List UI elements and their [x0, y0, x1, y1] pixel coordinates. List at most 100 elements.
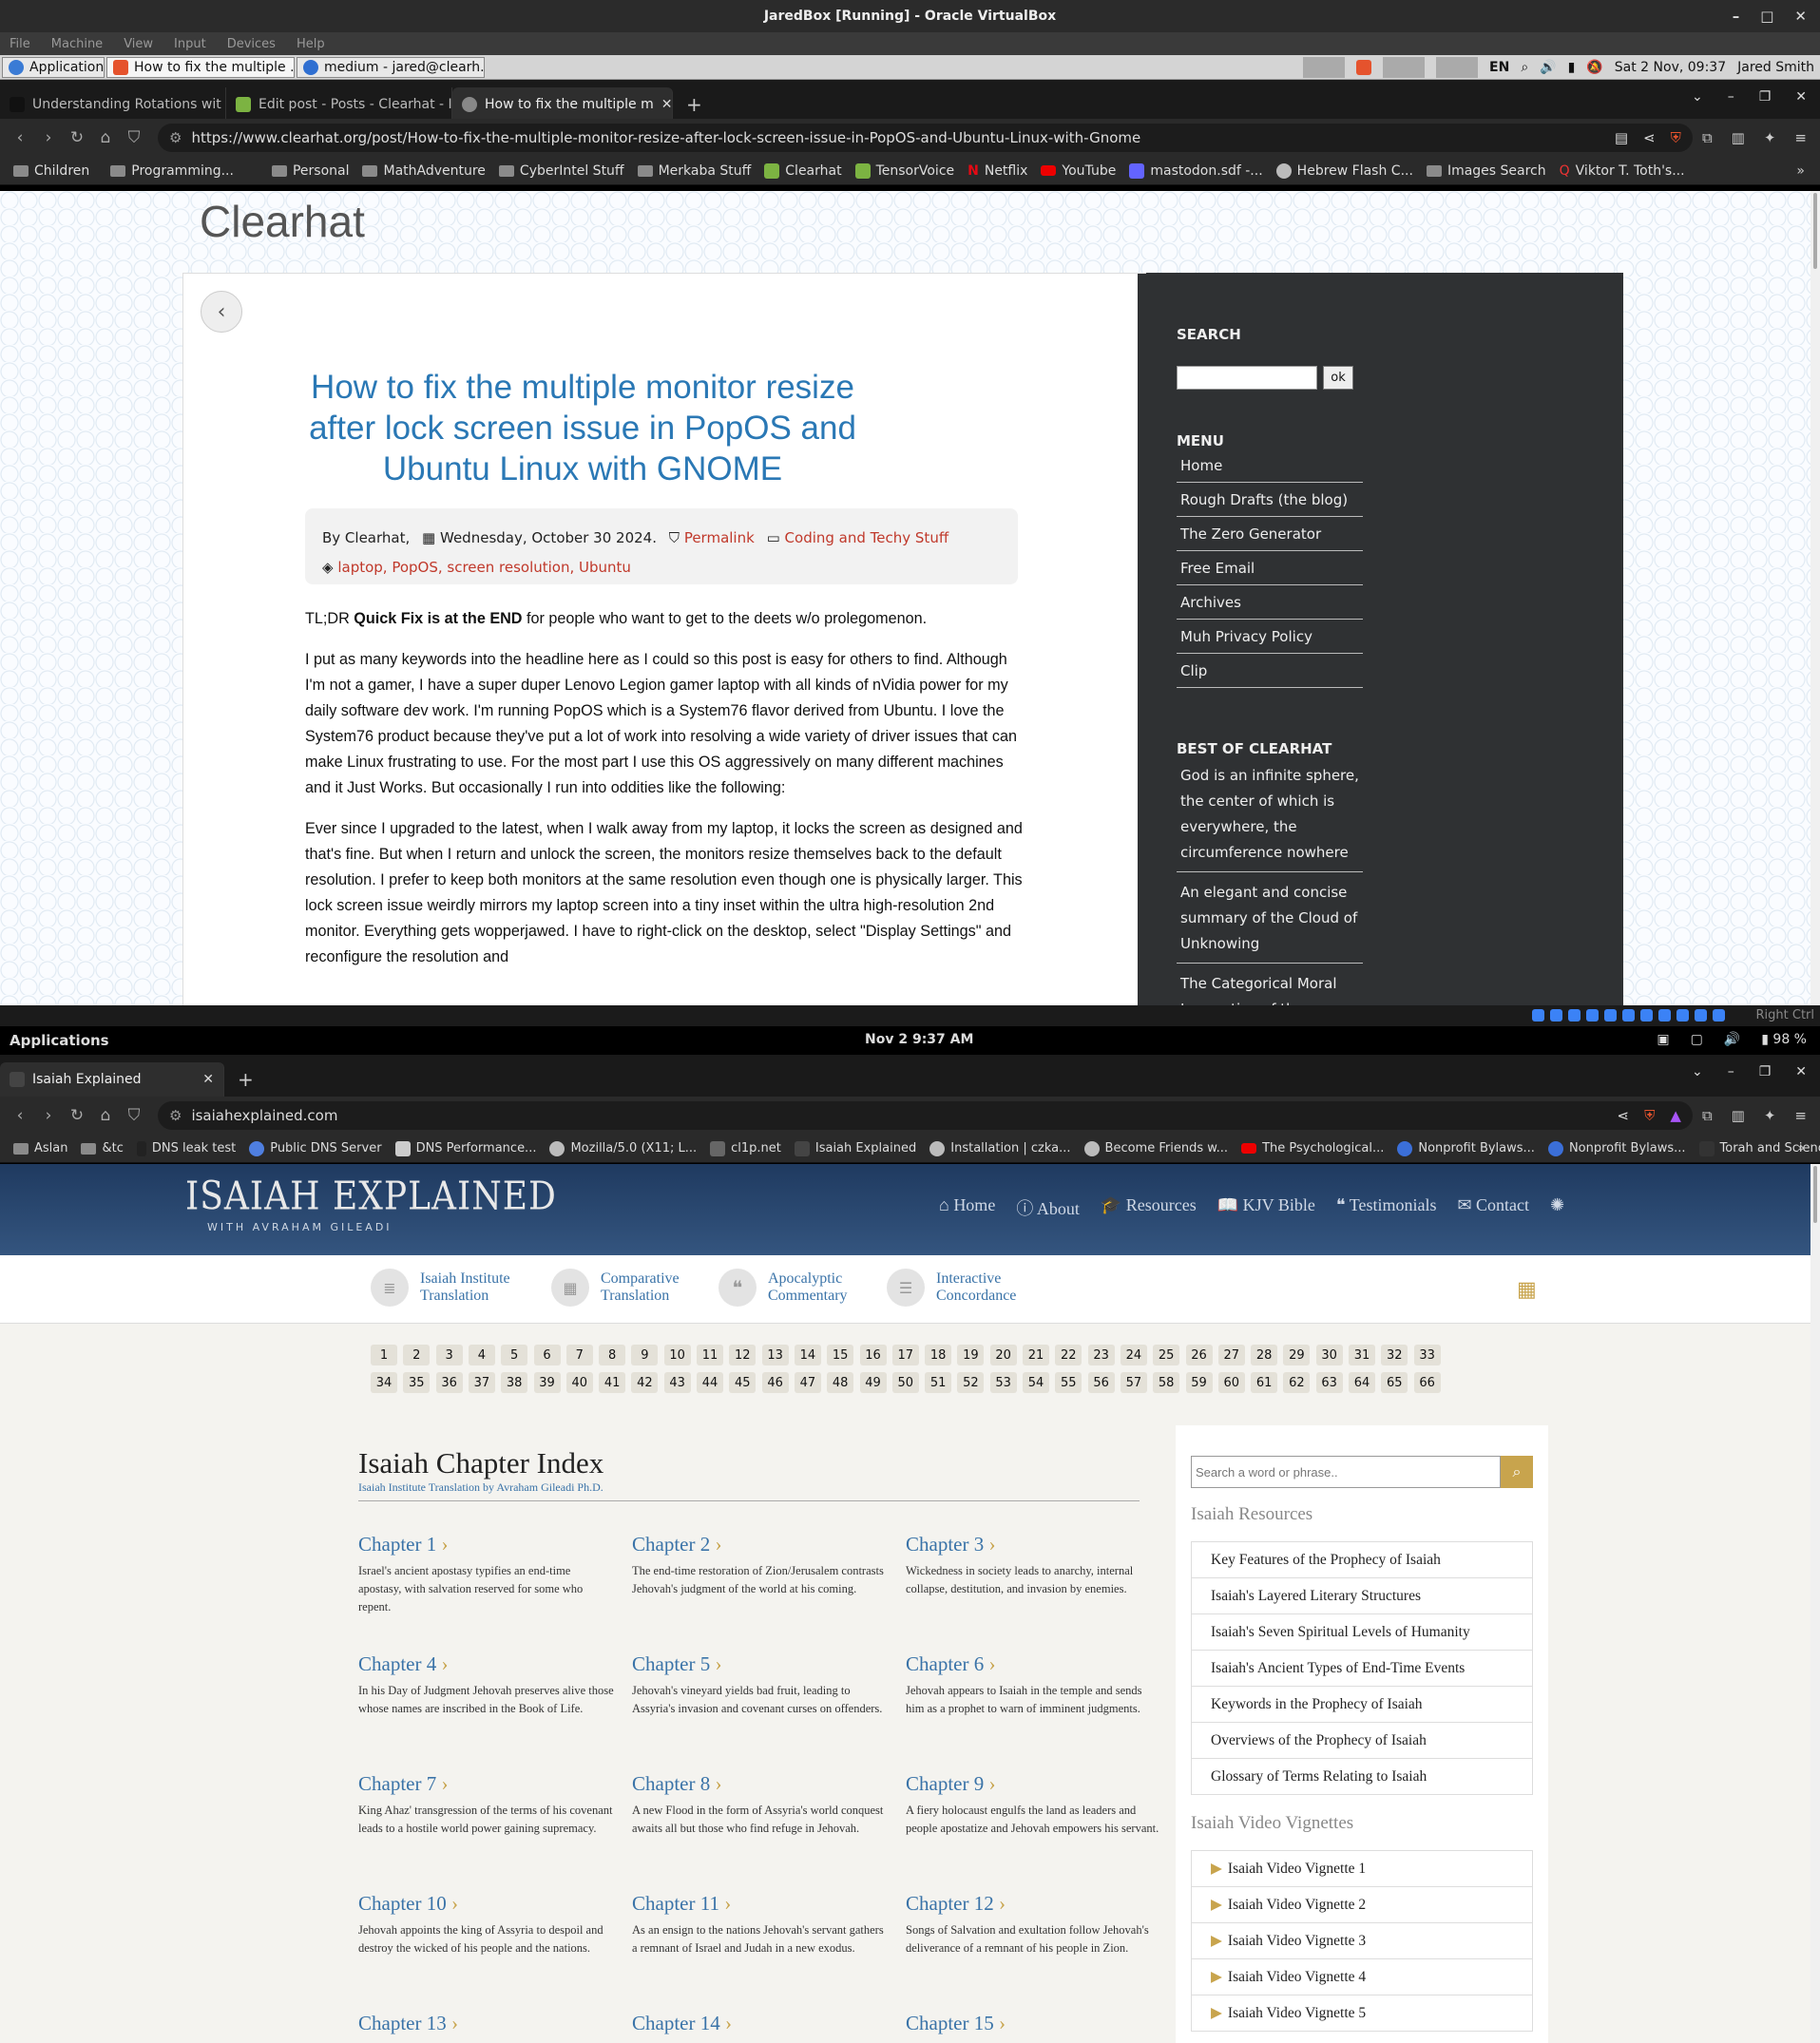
bookmarks-overflow-icon[interactable]: » — [1796, 163, 1805, 179]
bookmark-clearhat[interactable]: Clearhat — [764, 162, 842, 179]
chapter-link[interactable]: Chapter 10 — [358, 1892, 615, 1916]
chapter-number-button[interactable]: 15 — [827, 1345, 854, 1365]
reload-icon[interactable]: ↻ — [63, 1106, 91, 1125]
resource-item[interactable]: Isaiah's Ancient Types of End-Time Event… — [1192, 1651, 1532, 1687]
bookmark-dns-leak[interactable]: DNS leak test — [136, 1140, 236, 1156]
chapter-number-button[interactable]: 60 — [1217, 1372, 1245, 1393]
menu-item-home[interactable]: Home — [1177, 449, 1363, 483]
chapter-number-button[interactable]: 18 — [925, 1345, 952, 1365]
bookmark-tensorvoice[interactable]: TensorVoice — [854, 162, 954, 179]
leo-icon[interactable]: ✦ — [1764, 1107, 1776, 1124]
resource-item[interactable]: Keywords in the Prophecy of Isaiah — [1192, 1687, 1532, 1723]
menu-icon[interactable]: ≡ — [1794, 129, 1807, 146]
chapter-number-button[interactable]: 47 — [794, 1372, 821, 1393]
bookmark-mastodon[interactable]: mastodon.sdf -... — [1129, 162, 1263, 179]
search-ok-button[interactable]: ok — [1323, 366, 1353, 390]
category-link[interactable]: Coding and Techy Stuff — [785, 529, 949, 546]
resource-item[interactable]: Glossary of Terms Relating to Isaiah — [1192, 1759, 1532, 1795]
chapter-link[interactable]: Chapter 3 — [906, 1533, 1162, 1556]
menu-devices[interactable]: Devices — [227, 37, 276, 51]
chapter-number-button[interactable]: 12 — [729, 1345, 757, 1365]
chapter-number-button[interactable]: 35 — [403, 1372, 431, 1393]
chapter-number-button[interactable]: 28 — [1251, 1345, 1278, 1365]
chapter-number-button[interactable]: 64 — [1349, 1372, 1375, 1393]
bookmark-mathadventure[interactable]: MathAdventure — [362, 163, 486, 179]
chapter-number-button[interactable]: 26 — [1185, 1345, 1213, 1365]
gnome-clock[interactable]: Nov 2 9:37 AM — [865, 1032, 973, 1047]
chapter-number-button[interactable]: 32 — [1381, 1345, 1408, 1365]
chapter-number-button[interactable]: 17 — [891, 1345, 919, 1365]
chapter-number-button[interactable]: 55 — [1055, 1372, 1082, 1393]
bookmark-aslan[interactable]: Aslan — [13, 1141, 67, 1155]
clock[interactable]: Sat 2 Nov, 09:37 — [1615, 60, 1726, 75]
nav-home[interactable]: ⌂ Home — [939, 1195, 995, 1220]
chapter-number-button[interactable]: 5 — [501, 1345, 528, 1365]
browser-restore-icon[interactable]: ❐ — [1759, 1064, 1772, 1079]
chapter-number-button[interactable]: 62 — [1283, 1372, 1311, 1393]
bookmark-netflix[interactable]: N Netflix — [967, 163, 1027, 179]
menu-item-clip[interactable]: Clip — [1177, 654, 1363, 688]
forward-icon[interactable]: › — [34, 1106, 63, 1125]
chapter-link[interactable]: Chapter 5 — [632, 1652, 889, 1676]
brave-shields-icon[interactable]: ⛨ — [1671, 129, 1681, 146]
chapter-number-button[interactable]: 34 — [371, 1372, 397, 1393]
browser-minimize-icon[interactable]: – — [1728, 1064, 1734, 1079]
bookmark-images-search[interactable]: Images Search — [1426, 163, 1546, 179]
bookmarks-overflow-icon[interactable]: » — [1797, 1141, 1805, 1155]
back-icon[interactable]: ‹ — [6, 128, 34, 147]
tab-close-icon[interactable]: ✕ — [202, 1072, 214, 1087]
menu-item-privacy[interactable]: Muh Privacy Policy — [1177, 620, 1363, 654]
chapter-number-button[interactable]: 29 — [1283, 1345, 1311, 1365]
chapter-number-button[interactable]: 6 — [533, 1345, 561, 1365]
browser-minimize-icon[interactable]: – — [1728, 89, 1734, 105]
bookmark-viktor-toth[interactable]: Q Viktor T. Toth's... — [1560, 163, 1685, 179]
forward-icon[interactable]: › — [34, 128, 63, 147]
network-icon[interactable]: ▢ — [1691, 1032, 1703, 1047]
brave-shields-icon[interactable]: ⛨ — [1644, 1107, 1655, 1124]
bookmark-nonprofit-2[interactable]: Nonprofit Bylaws... — [1547, 1140, 1686, 1156]
chapter-number-button[interactable]: 39 — [533, 1372, 561, 1393]
menu-input[interactable]: Input — [174, 37, 206, 51]
chapter-number-button[interactable]: 41 — [599, 1372, 626, 1393]
resource-item[interactable]: Overviews of the Prophecy of Isaiah — [1192, 1723, 1532, 1759]
index-subtitle[interactable]: Isaiah Institute Translation by Avraham … — [358, 1480, 1140, 1495]
chapter-number-button[interactable]: 10 — [663, 1345, 691, 1365]
resource-item[interactable]: Isaiah's Layered Literary Structures — [1192, 1578, 1532, 1614]
leo-icon[interactable]: ✦ — [1764, 129, 1776, 146]
tab-close-icon[interactable]: ✕ — [661, 97, 672, 112]
chapter-number-button[interactable]: 14 — [794, 1345, 821, 1365]
extensions-icon[interactable]: ⧉ — [1702, 129, 1713, 146]
chapter-number-button[interactable]: 19 — [957, 1345, 985, 1365]
chapter-number-button[interactable]: 56 — [1087, 1372, 1115, 1393]
best-item[interactable]: God is an infinite sphere, the center of… — [1177, 759, 1363, 872]
chapter-link[interactable]: Chapter 7 — [358, 1772, 615, 1796]
gnome-applications[interactable]: Applications — [10, 1032, 109, 1049]
menu-icon[interactable]: ≡ — [1794, 1107, 1807, 1124]
chapter-number-button[interactable]: 7 — [565, 1345, 593, 1365]
nav-resources[interactable]: 🎓 Resources — [1101, 1195, 1197, 1220]
bookmark-dns-performance[interactable]: DNS Performance... — [394, 1140, 536, 1156]
share-icon[interactable]: ⋖ — [1643, 129, 1656, 146]
menu-item-free-email[interactable]: Free Email — [1177, 551, 1363, 585]
bookmark-isaiah[interactable]: Isaiah Explained — [794, 1140, 916, 1156]
bookmark-psychological[interactable]: The Psychological... — [1241, 1141, 1384, 1155]
browser-restore-icon[interactable]: ❐ — [1759, 89, 1772, 105]
chapter-number-button[interactable]: 63 — [1315, 1372, 1343, 1393]
chapter-number-button[interactable]: 22 — [1055, 1345, 1082, 1365]
chapter-link[interactable]: Chapter 4 — [358, 1652, 615, 1676]
home-icon[interactable]: ⌂ — [91, 1106, 120, 1125]
bookmark-become-friends[interactable]: Become Friends w... — [1083, 1140, 1228, 1156]
chapter-link[interactable]: Chapter 13 — [358, 2012, 615, 2035]
chapter-link[interactable]: Chapter 11 — [632, 1892, 889, 1916]
chapter-number-button[interactable]: 27 — [1217, 1345, 1245, 1365]
minimize-button[interactable]: – — [1733, 8, 1740, 25]
chapter-number-button[interactable]: 66 — [1413, 1372, 1441, 1393]
menu-item-archives[interactable]: Archives — [1177, 585, 1363, 620]
chapter-number-button[interactable]: 48 — [827, 1372, 854, 1393]
bookmark-children[interactable]: Children — [13, 163, 89, 179]
menu-machine[interactable]: Machine — [51, 37, 103, 51]
menu-item-zero-generator[interactable]: The Zero Generator — [1177, 517, 1363, 551]
chapter-number-button[interactable]: 59 — [1185, 1372, 1213, 1393]
tool-isaiah-translation[interactable]: ≣ Isaiah Institute Translation — [371, 1269, 510, 1307]
task-button-clearhat[interactable]: How to fix the multiple ... — [106, 56, 295, 78]
